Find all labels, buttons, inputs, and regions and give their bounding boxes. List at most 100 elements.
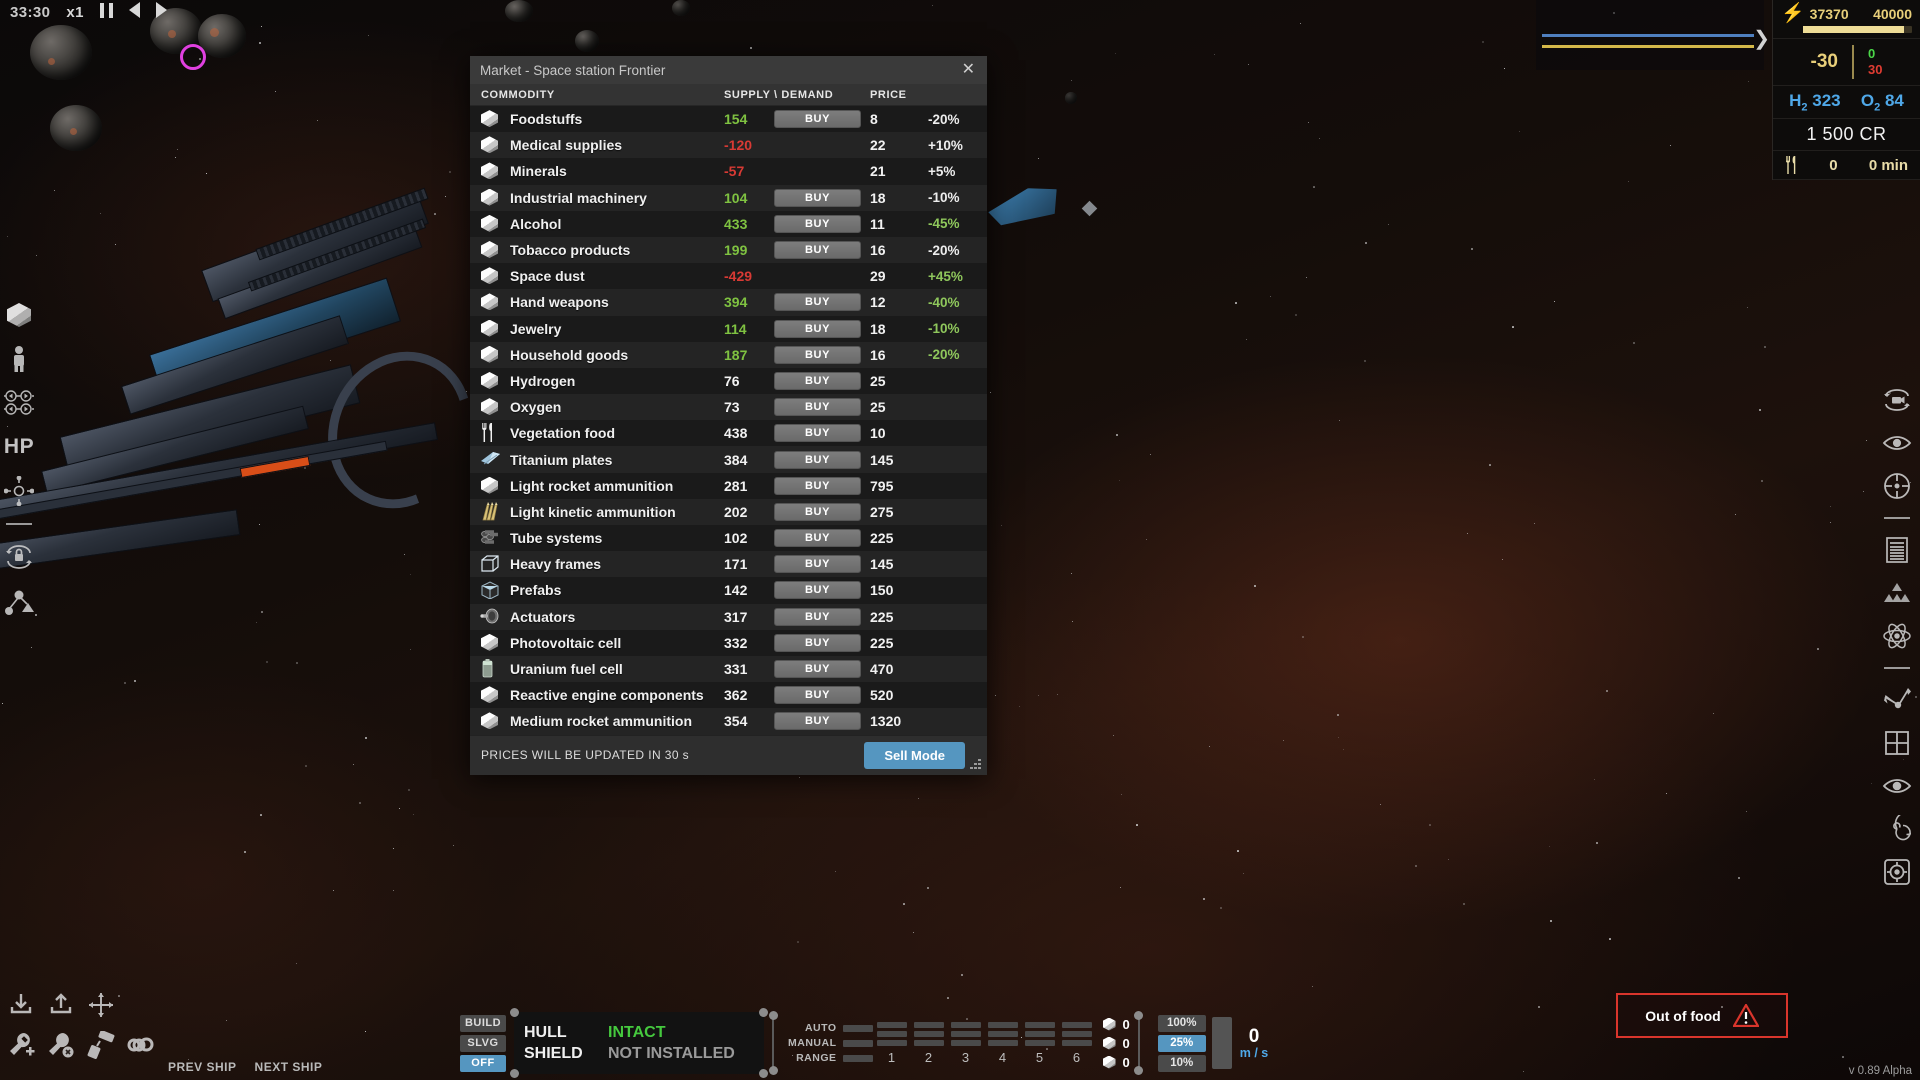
market-row[interactable]: Alcohol 433 BUY 11 -45% [470, 210, 987, 237]
weapon-slot[interactable] [876, 1039, 907, 1046]
step-forward-icon[interactable] [155, 2, 167, 22]
target-lock-icon[interactable] [1882, 857, 1912, 887]
throttle-preset-100[interactable]: 100% [1157, 1014, 1206, 1032]
market-row[interactable]: Photovoltaic cell 332 BUY 225 [470, 629, 987, 656]
upload-icon[interactable] [46, 990, 76, 1020]
market-row[interactable]: Actuators 317 BUY 225 [470, 603, 987, 630]
wrench-add-icon[interactable] [6, 1030, 36, 1060]
market-row[interactable]: Reactive engine components 362 BUY 520 [470, 682, 987, 709]
next-ship-button[interactable]: NEXT SHIP [255, 1060, 323, 1074]
weapon-group-4[interactable]: 4 [987, 1021, 1018, 1065]
resize-grip-icon[interactable] [970, 758, 983, 772]
buy-button[interactable]: BUY [774, 424, 861, 443]
buy-button[interactable]: BUY [774, 371, 861, 390]
throttle-preset-10[interactable]: 10% [1157, 1054, 1206, 1072]
weapon-slot[interactable] [987, 1030, 1018, 1037]
market-row[interactable]: Hydrogen 76 BUY 25 [470, 367, 987, 395]
galaxy-spiral-icon[interactable] [1882, 814, 1912, 844]
target-reticle-icon[interactable] [1882, 471, 1912, 501]
weapon-slot[interactable] [876, 1030, 907, 1037]
sell-mode-button[interactable]: Sell Mode [864, 741, 965, 769]
market-row[interactable]: Heavy frames 171 BUY 145 [470, 551, 987, 578]
infinity-icon[interactable] [126, 1030, 156, 1060]
wrench-remove-icon[interactable] [46, 1030, 76, 1060]
atom-icon[interactable] [1882, 621, 1912, 651]
download-icon[interactable] [6, 990, 36, 1020]
weapon-slot[interactable] [950, 1030, 981, 1037]
buy-button[interactable]: BUY [774, 686, 861, 705]
time-speed-button[interactable]: x1 [66, 4, 84, 21]
buy-button[interactable]: BUY [774, 345, 861, 364]
market-row[interactable]: Titanium plates 384 BUY 145 [470, 446, 987, 473]
market-row[interactable]: Uranium fuel cell 331 BUY 470 [470, 655, 987, 683]
weapon-slot[interactable] [913, 1021, 944, 1028]
crosshair-icon[interactable] [4, 476, 34, 506]
minimap-panel[interactable] [1536, 0, 1764, 70]
directional-arrows-icon[interactable] [4, 388, 34, 418]
paint-roller-icon[interactable] [86, 1030, 116, 1060]
market-row[interactable]: Light rocket ammunition 281 BUY 795 [470, 472, 987, 499]
market-row[interactable]: Light kinetic ammunition 202 BUY 275 [470, 498, 987, 525]
throttle-slider[interactable] [1211, 1017, 1232, 1069]
mode-button-build[interactable]: BUILD [460, 1014, 506, 1032]
weapon-group-2[interactable]: 2 [913, 1021, 944, 1065]
weapon-slot[interactable] [913, 1030, 944, 1037]
pyramid-stack-icon[interactable] [1882, 578, 1912, 608]
market-row[interactable]: Medium rocket ammunition 354 BUY 1320 [470, 708, 987, 735]
chevron-right-icon[interactable]: ❯ [1753, 26, 1770, 51]
weapon-slot[interactable] [1061, 1039, 1092, 1046]
buy-button[interactable]: BUY [774, 110, 861, 129]
weapon-slot[interactable] [876, 1021, 907, 1028]
step-back-icon[interactable] [128, 2, 140, 22]
buy-button[interactable]: BUY [774, 398, 861, 417]
market-row[interactable]: Oxygen 73 BUY 25 [470, 394, 987, 421]
pause-icon[interactable] [99, 2, 113, 22]
weapon-slot[interactable] [913, 1039, 944, 1046]
close-icon[interactable]: ✕ [960, 62, 977, 78]
buy-button[interactable]: BUY [774, 319, 861, 338]
fire-mode-toggle-auto[interactable] [842, 1024, 873, 1032]
buy-button[interactable]: BUY [774, 476, 861, 495]
buy-button[interactable]: BUY [774, 188, 861, 207]
buy-button[interactable]: BUY [774, 214, 861, 233]
weapon-slot[interactable] [987, 1021, 1018, 1028]
trajectory-icon[interactable] [1882, 685, 1912, 715]
camera-rotate-icon[interactable] [1882, 385, 1912, 415]
market-row[interactable]: Jewelry 114 BUY 18 -10% [470, 315, 987, 342]
buy-button[interactable]: BUY [774, 555, 861, 574]
grid-icon[interactable] [1882, 728, 1912, 758]
throttle-preset-25[interactable]: 25% [1157, 1034, 1206, 1052]
weapon-group-6[interactable]: 6 [1061, 1021, 1092, 1065]
weapon-slot[interactable] [1024, 1021, 1055, 1028]
weapon-slot[interactable] [1061, 1021, 1092, 1028]
buy-button[interactable]: BUY [774, 241, 861, 260]
buy-button[interactable]: BUY [774, 633, 861, 652]
weapon-slot[interactable] [1024, 1039, 1055, 1046]
buy-button[interactable]: BUY [774, 502, 861, 521]
buy-button[interactable]: BUY [774, 660, 861, 679]
weapon-slot[interactable] [950, 1039, 981, 1046]
weapon-slot[interactable] [1024, 1030, 1055, 1037]
buy-button[interactable]: BUY [774, 293, 861, 312]
weapon-group-5[interactable]: 5 [1024, 1021, 1055, 1065]
fire-mode-toggle-range[interactable] [842, 1054, 873, 1062]
buy-button[interactable]: BUY [774, 529, 861, 548]
market-row[interactable]: Minerals -57 21 +5% [470, 158, 987, 185]
market-row[interactable]: Hand weapons 394 BUY 12 -40% [470, 289, 987, 316]
buy-button[interactable]: BUY [774, 607, 861, 626]
cargo-cube-icon[interactable] [4, 300, 34, 330]
market-row[interactable]: Tobacco products 199 BUY 16 -20% [470, 236, 987, 264]
prev-ship-button[interactable]: PREV SHIP [168, 1060, 237, 1074]
market-row[interactable]: Medical supplies -120 22 +10% [470, 132, 987, 159]
buy-button[interactable]: BUY [774, 581, 861, 600]
market-row[interactable]: Industrial machinery 104 BUY 18 -10% [470, 184, 987, 211]
market-title-bar[interactable]: Market - Space station Frontier ✕ [470, 56, 987, 84]
market-window[interactable]: Market - Space station Frontier ✕ COMMOD… [470, 56, 987, 775]
weapon-group-3[interactable]: 3 [950, 1021, 981, 1065]
market-row[interactable]: Tube systems 102 BUY 225 [470, 525, 987, 552]
node-graph-icon[interactable] [4, 586, 34, 616]
mode-button-slvg[interactable]: SLVG [460, 1034, 506, 1052]
market-row[interactable]: Space dust -429 29 +45% [470, 263, 987, 290]
fire-mode-toggle-manual[interactable] [842, 1039, 873, 1047]
crew-person-icon[interactable] [4, 344, 34, 374]
